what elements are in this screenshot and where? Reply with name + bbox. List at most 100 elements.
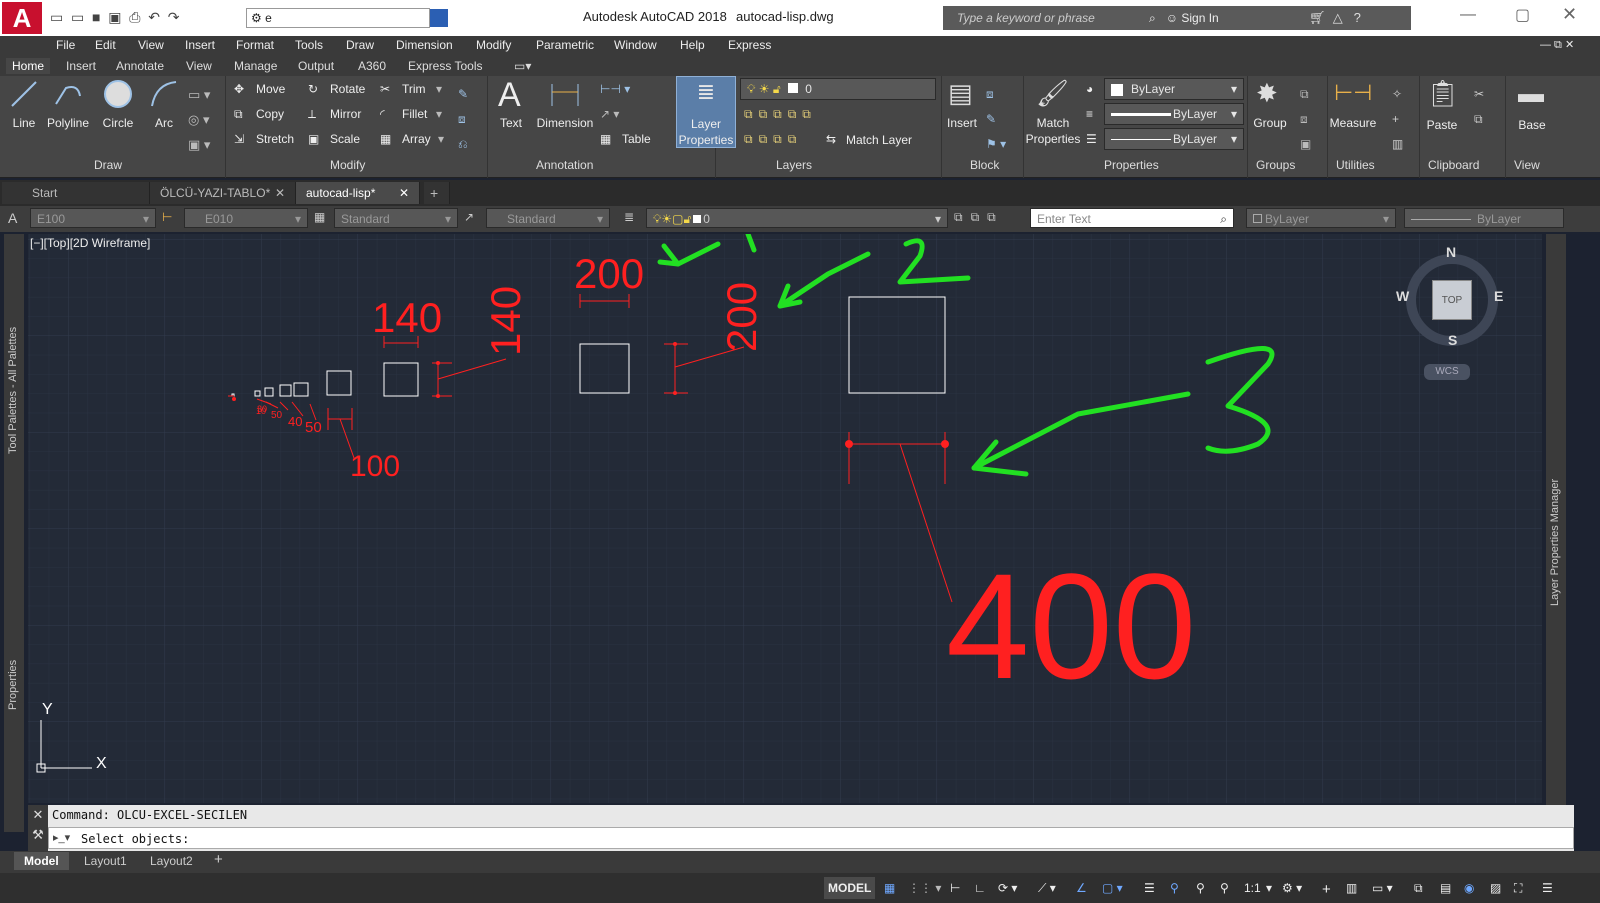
- insert-block-icon[interactable]: ▤: [948, 78, 973, 109]
- save-icon[interactable]: ■: [92, 9, 100, 25]
- snap-icon[interactable]: ⋮⋮ ▾: [904, 877, 945, 899]
- spell-check-icon[interactable]: ⌕: [1220, 212, 1227, 227]
- tab-output[interactable]: Output: [292, 58, 340, 74]
- dim-style-combo[interactable]: E010 ▾: [184, 208, 308, 228]
- menu-dimension[interactable]: Dimension: [396, 38, 453, 52]
- chevron-down-icon[interactable]: ▾: [1262, 877, 1276, 899]
- match-properties-label-1[interactable]: Match: [1024, 116, 1082, 130]
- saveas-icon[interactable]: ▣: [108, 9, 121, 25]
- groups-panel-label[interactable]: Groups: [1256, 158, 1295, 172]
- layout-tab-model[interactable]: Model: [14, 852, 69, 870]
- modify-extra-tools[interactable]: ✎ ⧈ ⎌: [458, 82, 468, 157]
- layer-tools-icons[interactable]: ⧉⧉⧉: [954, 210, 1004, 225]
- isodraft-icon[interactable]: ⟋ ▾: [1034, 877, 1060, 899]
- match-properties-label-2[interactable]: Properties: [1024, 132, 1082, 146]
- menu-tools[interactable]: Tools: [295, 38, 323, 52]
- group-button[interactable]: Group: [1248, 116, 1292, 130]
- measure-icon[interactable]: ⊢⊣: [1334, 80, 1372, 106]
- tab-view[interactable]: View: [180, 58, 218, 74]
- close-button[interactable]: ✕: [1562, 4, 1577, 25]
- copy-button[interactable]: Copy: [256, 107, 284, 121]
- viewcube[interactable]: TOP N S W E WCS: [1396, 244, 1520, 394]
- modify-panel-label[interactable]: Modify: [330, 158, 365, 172]
- menu-draw[interactable]: Draw: [346, 38, 374, 52]
- linetype-combo-toolbar[interactable]: ByLayer: [1404, 208, 1564, 228]
- paste-icon[interactable]: 📋︎: [1426, 78, 1459, 109]
- leader-icon[interactable]: ↗ ▾: [600, 107, 619, 121]
- layer-tools-row-2[interactable]: ⧉⧉⧉⧉: [744, 132, 802, 147]
- properties-panel-label[interactable]: Properties: [1104, 158, 1159, 172]
- properties-palette-tab[interactable]: Properties: [7, 660, 19, 710]
- layer-manager-icon[interactable]: ≣: [624, 210, 634, 224]
- search-input[interactable]: Type a keyword or phrase: [957, 11, 1095, 25]
- layer-combo-toolbar[interactable]: 💡︎☀▢🔓︎ 0 ▾: [646, 208, 948, 228]
- measure-button[interactable]: Measure: [1328, 116, 1378, 130]
- viewcube-south[interactable]: S: [1448, 332, 1457, 348]
- clipboard-extra-tools[interactable]: ✂ ⧉: [1474, 82, 1484, 132]
- tab-insert[interactable]: Insert: [60, 58, 102, 74]
- annotation-monitor-icon[interactable]: ⚲: [1166, 877, 1183, 899]
- arc-icon[interactable]: [148, 78, 180, 110]
- match-layer-button[interactable]: Match Layer: [846, 133, 912, 147]
- close-icon[interactable]: ✕: [28, 805, 48, 825]
- model-space-button[interactable]: MODEL: [824, 877, 876, 899]
- block-extra-tools[interactable]: ⧈ ✎ ⚑ ▾: [986, 82, 1006, 157]
- print-icon[interactable]: ⎙: [129, 9, 140, 25]
- ortho-icon[interactable]: ∟: [970, 877, 990, 899]
- viewcube-north[interactable]: N: [1446, 244, 1456, 260]
- match-properties-icon[interactable]: 🖌︎: [1036, 78, 1069, 109]
- sign-in-label[interactable]: Sign In: [1181, 11, 1218, 25]
- polyline-button[interactable]: Polyline: [44, 116, 92, 130]
- menu-edit[interactable]: Edit: [95, 38, 116, 52]
- hardware-accel-icon[interactable]: ▭ ▾: [1368, 877, 1397, 899]
- annotation-visibility-icon[interactable]: ⚲: [1192, 877, 1209, 899]
- table-button[interactable]: Table: [622, 132, 651, 146]
- save-blue-icon[interactable]: [430, 9, 448, 27]
- drawing-svg[interactable]: 10 30 50 40 50 100 140 140 200 200 400 1…: [28, 234, 1542, 803]
- tab-express-tools[interactable]: Express Tools: [402, 58, 488, 74]
- stretch-button[interactable]: Stretch: [256, 132, 294, 146]
- cart-icon[interactable]: 🛒︎: [1309, 10, 1326, 25]
- text-icon[interactable]: A: [498, 76, 521, 115]
- close-icon[interactable]: ✕: [275, 186, 285, 200]
- layer-properties-button[interactable]: ≣ Layer Properties: [676, 76, 736, 148]
- sign-in-area[interactable]: ⌕ ☺ Sign In: [1141, 6, 1301, 30]
- minimize-button[interactable]: —: [1460, 6, 1476, 24]
- isolate-icon[interactable]: ▥: [1342, 877, 1361, 899]
- wrench-icon[interactable]: ⚒: [28, 825, 48, 845]
- binoculars-icon[interactable]: ⌕: [1149, 11, 1156, 25]
- layer-combo[interactable]: 💡︎ ☀ 🔓︎ 0: [740, 78, 936, 100]
- layer-tools-row-1[interactable]: ⧉⧉⧉⧉⧉: [744, 107, 817, 122]
- doc-tab-start[interactable]: Start: [2, 182, 150, 204]
- infer-icon[interactable]: ⊢: [946, 877, 964, 899]
- tab-manage[interactable]: Manage: [228, 58, 283, 74]
- viewport-controls-label[interactable]: [−][Top][2D Wireframe]: [30, 236, 150, 250]
- quick-properties-icon[interactable]: ◉: [1460, 877, 1478, 899]
- move-button[interactable]: Move: [256, 82, 285, 96]
- annotation-panel-label[interactable]: Annotation: [536, 158, 593, 172]
- trim-dropdown-icon[interactable]: ▾: [436, 82, 442, 96]
- trim-button[interactable]: Trim: [402, 82, 426, 96]
- new-tab-button[interactable]: +: [424, 182, 450, 204]
- base-view-icon[interactable]: ▬: [1518, 78, 1544, 109]
- graphics-icon[interactable]: ▨: [1486, 877, 1505, 899]
- workspace-gear-icon[interactable]: ⚙ ▾: [1278, 877, 1306, 899]
- fillet-button[interactable]: Fillet: [402, 107, 427, 121]
- group-icon[interactable]: ✸: [1256, 78, 1278, 109]
- clipboard-panel-label[interactable]: Clipboard: [1428, 158, 1479, 172]
- arc-button[interactable]: Arc: [144, 116, 184, 130]
- redo-icon[interactable]: ↷: [168, 9, 180, 25]
- otrack-icon[interactable]: ∠: [1072, 877, 1091, 899]
- a360-icon[interactable]: △: [1333, 10, 1343, 25]
- workspace-combo[interactable]: ⚙ e: [246, 8, 430, 28]
- line-icon[interactable]: [8, 78, 40, 110]
- menu-modify[interactable]: Modify: [476, 38, 511, 52]
- block-panel-label[interactable]: Block: [970, 158, 999, 172]
- base-button[interactable]: Base: [1512, 118, 1552, 132]
- isolate-objects-icon[interactable]: ⧉: [1410, 877, 1427, 899]
- color-combo[interactable]: ByLayer ▾: [1104, 78, 1244, 100]
- menu-format[interactable]: Format: [236, 38, 274, 52]
- text-button[interactable]: Text: [496, 116, 526, 130]
- doc-tab-olcu[interactable]: ÖLCÜ-YAZI-TABLO* ✕: [150, 182, 296, 204]
- layout-tab-layout2[interactable]: Layout2: [142, 852, 201, 870]
